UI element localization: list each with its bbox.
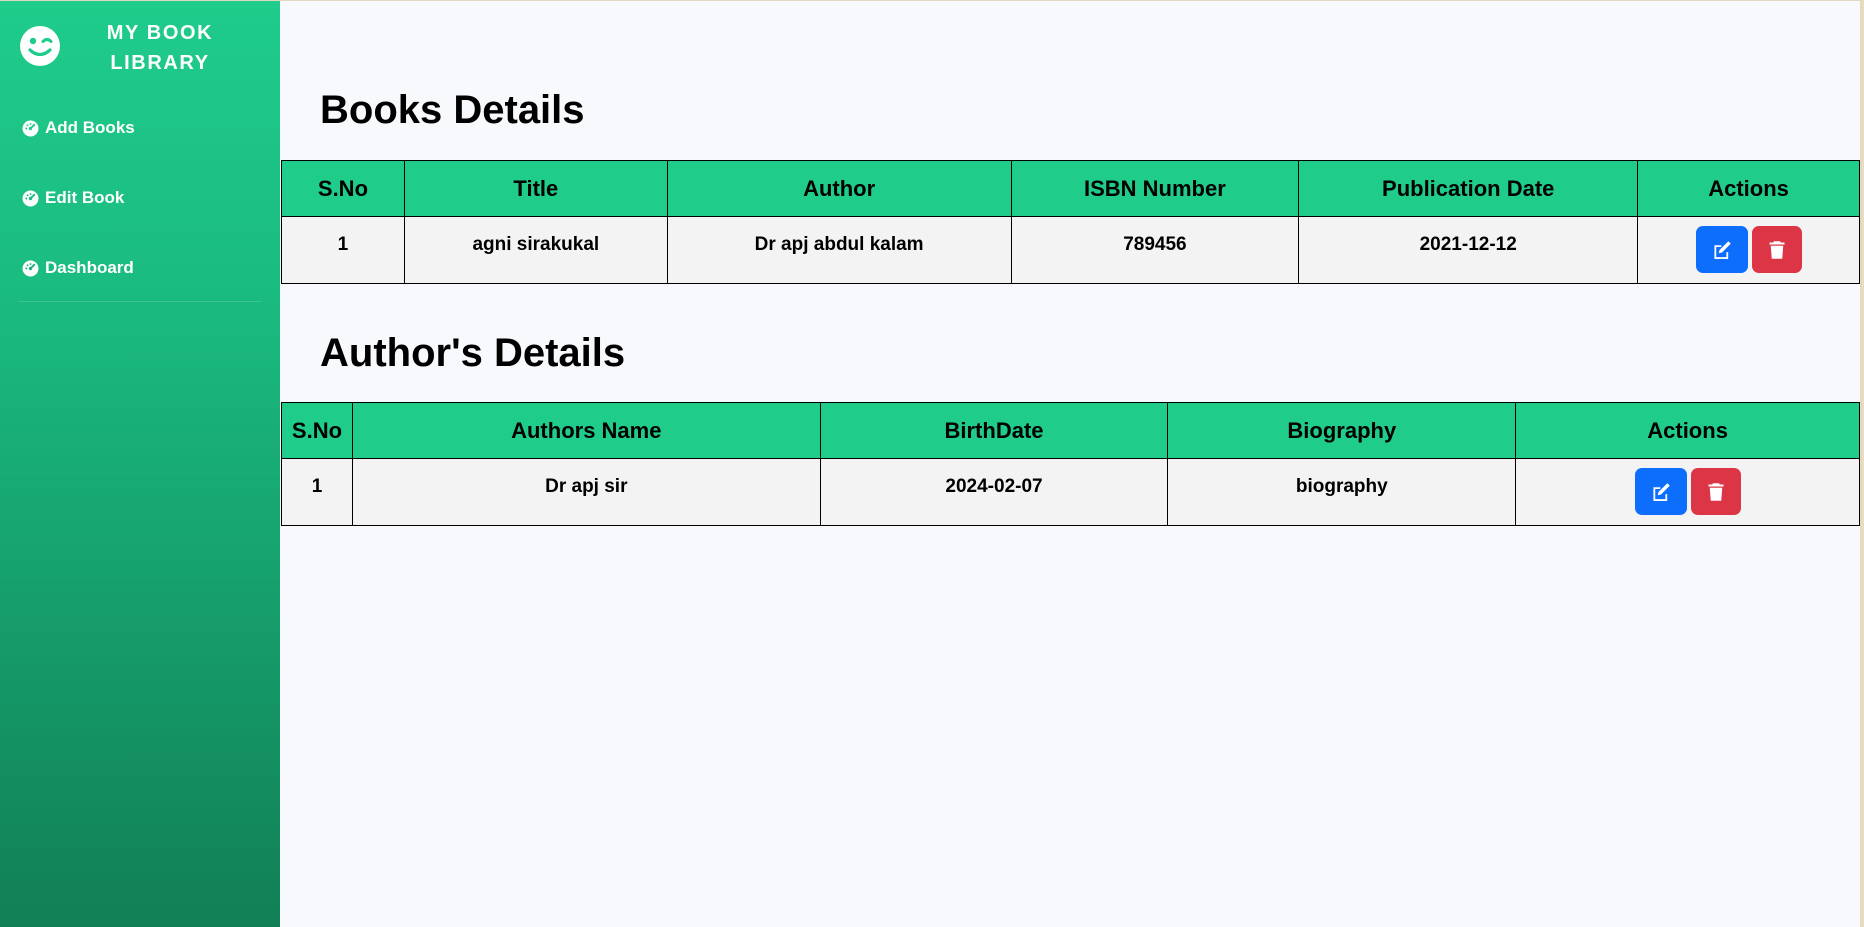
column-header-biography: Biography	[1167, 402, 1517, 459]
trash-icon	[1769, 240, 1785, 259]
sidebar: MY BOOK LIBRARY Add Books Edit Book Dash…	[0, 1, 280, 927]
cell-birthdate: 2024-02-07	[819, 458, 1169, 526]
column-header-actions: Actions	[1637, 160, 1860, 217]
delete-author-button[interactable]	[1690, 468, 1741, 515]
wink-emoji-icon	[20, 26, 60, 66]
column-header-author: Author	[666, 160, 1012, 217]
speedometer-icon	[22, 120, 39, 136]
books-section-title: Books Details	[320, 88, 585, 132]
cell-authors-name: Dr apj sir	[351, 458, 821, 526]
authors-section-title: Author's Details	[320, 331, 626, 375]
sidebar-item-add-books[interactable]: Add Books	[22, 114, 262, 142]
column-header-authors-name: Authors Name	[351, 402, 821, 459]
sidebar-item-dashboard[interactable]: Dashboard	[22, 254, 262, 282]
edit-author-button[interactable]	[1634, 468, 1687, 515]
sidebar-item-label: Edit Book	[45, 188, 125, 207]
cell-biography: biography	[1167, 458, 1517, 526]
cell-sno: 1	[281, 216, 405, 284]
column-header-sno: S.No	[281, 402, 353, 459]
cell-sno: 1	[281, 458, 353, 526]
cell-publication-date: 2021-12-12	[1298, 216, 1639, 284]
books-table: S.No Title Author ISBN Number Publicatio…	[281, 160, 1860, 284]
cell-author: Dr apj abdul kalam	[666, 216, 1012, 284]
app-window: MY BOOK LIBRARY Add Books Edit Book Dash…	[0, 0, 1862, 927]
table-header-row: S.No Authors Name BirthDate Biography Ac…	[281, 402, 1860, 459]
brand[interactable]: MY BOOK LIBRARY	[0, 1, 280, 93]
table-row: 1 agni sirakukal Dr apj abdul kalam 7894…	[281, 216, 1860, 284]
table-header-row: S.No Title Author ISBN Number Publicatio…	[281, 160, 1860, 217]
delete-book-button[interactable]	[1751, 226, 1802, 273]
sidebar-item-label: Add Books	[45, 118, 135, 137]
cell-actions	[1637, 216, 1860, 284]
edit-book-button[interactable]	[1695, 226, 1748, 273]
column-header-sno: S.No	[281, 160, 405, 217]
column-header-publication-date: Publication Date	[1298, 160, 1639, 217]
edit-icon	[1713, 240, 1731, 259]
column-header-birthdate: BirthDate	[819, 402, 1169, 459]
cell-isbn: 789456	[1010, 216, 1300, 284]
trash-icon	[1708, 482, 1724, 501]
sidebar-item-edit-book[interactable]: Edit Book	[22, 184, 262, 212]
sidebar-divider	[18, 301, 262, 302]
column-header-actions: Actions	[1515, 402, 1860, 459]
main-content: Books Details S.No Title Author ISBN Num…	[280, 1, 1860, 927]
brand-title: MY BOOK LIBRARY	[106, 22, 214, 74]
authors-table: S.No Authors Name BirthDate Biography Ac…	[281, 402, 1860, 526]
cell-actions	[1515, 458, 1860, 526]
speedometer-icon	[22, 260, 39, 276]
speedometer-icon	[22, 190, 39, 206]
table-row: 1 Dr apj sir 2024-02-07 biography	[281, 458, 1860, 526]
column-header-title: Title	[403, 160, 668, 217]
column-header-isbn: ISBN Number	[1010, 160, 1300, 217]
cell-title: agni sirakukal	[403, 216, 668, 284]
sidebar-item-label: Dashboard	[45, 258, 134, 277]
edit-icon	[1653, 482, 1670, 501]
